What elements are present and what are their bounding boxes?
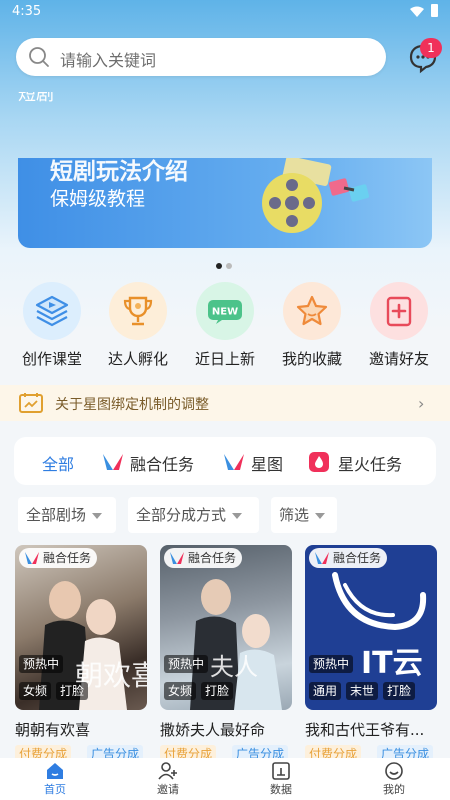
smile-profile-icon (385, 762, 403, 780)
drama-cover-image: 夫人 融合任务 预热中 女频 打脸 (160, 545, 292, 710)
card-status-chip: 预热中 (19, 655, 64, 673)
film-reel-illustration (262, 158, 370, 233)
caret-down-icon (232, 512, 243, 519)
status-time: 4:35 (12, 4, 42, 19)
message-badge: 1 (420, 38, 442, 58)
nav-me[interactable]: 我的 (359, 760, 429, 797)
invite-icon (370, 282, 428, 340)
card-source-tag: 融合任务 (19, 548, 98, 568)
star-icon (283, 282, 341, 340)
entry-label: 近日上新 (194, 350, 255, 368)
filter-label: 筛选 (279, 506, 310, 524)
svg-text:夫人: 夫人 (210, 653, 258, 681)
filter-revenue-mode[interactable]: 全部分成方式 (128, 497, 259, 533)
nav-data[interactable]: 数据 (246, 760, 316, 797)
card-status-chip: 预热中 (164, 655, 209, 673)
fusion-task-icon (170, 552, 184, 564)
search-icon (29, 47, 49, 67)
tab-fusion-task[interactable]: 融合任务 (130, 451, 194, 475)
calendar-notice-icon (19, 393, 43, 413)
card-genre-chip: 打脸 (383, 682, 416, 700)
tab-star-map[interactable]: 星图 (251, 451, 283, 475)
entry-talent-incubation[interactable]: 达人孵化 (98, 282, 178, 369)
card-source-tag: 融合任务 (309, 548, 388, 568)
card-genre-chip: 女频 (164, 682, 197, 700)
filter-theater[interactable]: 全部剧场 (18, 497, 116, 533)
banner-subtitle: 保姆级教程 (50, 188, 146, 210)
caret-down-icon (315, 512, 326, 519)
entry-creation-class[interactable]: 创作课堂 (12, 282, 92, 369)
entry-new-arrivals[interactable]: NEW 近日上新 (185, 282, 265, 369)
carousel-dot (226, 263, 232, 269)
drama-card[interactable]: 夫人 融合任务 预热中 女频 打脸 撒娇夫人最好命 付费分成 广告分成 (160, 545, 292, 763)
battery-icon (431, 4, 438, 17)
bottom-nav: 首页 邀请 数据 我的 (0, 758, 450, 800)
star-map-icon (224, 454, 244, 470)
search-input[interactable]: 请输入关键词 (60, 47, 156, 71)
banner-title: 短剧玩法介绍 (50, 159, 188, 185)
entry-label: 达人孵化 (107, 350, 168, 368)
promo-banner[interactable]: 短剧玩法介绍 保姆级教程 (18, 158, 432, 248)
drama-card[interactable]: 朝欢喜 融合任务 预热中 女频 打脸 朝朝有欢喜 付费分成 广告分成 (15, 545, 147, 763)
card-genre-chip: 末世 (346, 682, 379, 700)
nav-home[interactable]: 首页 (20, 760, 90, 797)
chevron-right-icon: › (418, 394, 425, 413)
drama-cover-image: IT云 融合任务 预热中 通用 末世 打脸 (305, 545, 437, 710)
entry-label: 我的收藏 (281, 350, 342, 368)
card-title: 我和古代王爷有... (305, 721, 425, 739)
drama-card[interactable]: IT云 融合任务 预热中 通用 末世 打脸 我和古代王爷有... 付费分成 广告… (305, 545, 437, 763)
card-source-tag: 融合任务 (164, 548, 243, 568)
card-genre-chip: 通用 (309, 682, 342, 700)
svg-text:IT云: IT云 (361, 646, 423, 681)
nav-label: 首页 (44, 783, 66, 796)
filter-label: 全部分成方式 (136, 506, 227, 524)
notice-text: 关于星图绑定机制的调整 (55, 397, 209, 413)
card-status-chip: 预热中 (309, 655, 354, 673)
card-tag-label: 融合任务 (333, 551, 382, 565)
trophy-icon (109, 282, 167, 340)
notice-bar[interactable]: 关于星图绑定机制的调整 › (0, 385, 450, 421)
status-bar: 4:35 (0, 0, 450, 24)
card-tag-label: 融合任务 (188, 551, 237, 565)
banner-peek: 短剧 (18, 92, 54, 102)
carousel-dot-active (216, 263, 222, 269)
fusion-task-icon (25, 552, 39, 564)
filter-more[interactable]: 筛选 (271, 497, 337, 533)
card-genre-chip: 女频 (19, 682, 52, 700)
layers-play-icon (23, 282, 81, 340)
card-title: 朝朝有欢喜 (15, 721, 91, 739)
svg-text:NEW: NEW (212, 307, 238, 318)
nav-invite[interactable]: 邀请 (133, 760, 203, 797)
tab-all[interactable]: 全部 (42, 451, 74, 475)
data-chart-icon (272, 762, 290, 780)
entry-label: 邀请好友 (368, 350, 429, 368)
card-genre-chip: 打脸 (56, 682, 89, 700)
drama-cover-image: 朝欢喜 融合任务 预热中 女频 打脸 (15, 545, 147, 710)
entry-label: 创作课堂 (21, 350, 82, 368)
fusion-task-icon (103, 454, 123, 470)
fusion-task-icon (315, 552, 329, 564)
wifi-icon (410, 6, 424, 17)
nav-label: 我的 (383, 783, 405, 796)
filter-label: 全部剧场 (26, 506, 87, 524)
nav-label: 数据 (270, 783, 292, 796)
search-bar[interactable]: 请输入关键词 (16, 38, 386, 76)
entry-my-favorites[interactable]: 我的收藏 (272, 282, 352, 369)
new-badge-icon: NEW (196, 282, 254, 340)
card-tag-label: 融合任务 (43, 551, 92, 565)
tab-spark-task[interactable]: 星火任务 (338, 451, 402, 475)
home-icon (47, 763, 63, 779)
spark-task-icon (309, 452, 329, 472)
carousel-dots (216, 254, 236, 273)
card-genre-chip: 打脸 (201, 682, 234, 700)
nav-label: 邀请 (157, 783, 179, 796)
card-title: 撒娇夫人最好命 (160, 721, 266, 739)
caret-down-icon (92, 512, 103, 519)
entry-invite-friends[interactable]: 邀请好友 (359, 282, 439, 369)
task-tabs: 全部 融合任务 星图 星火任务 (14, 437, 436, 485)
add-user-icon (158, 762, 177, 780)
